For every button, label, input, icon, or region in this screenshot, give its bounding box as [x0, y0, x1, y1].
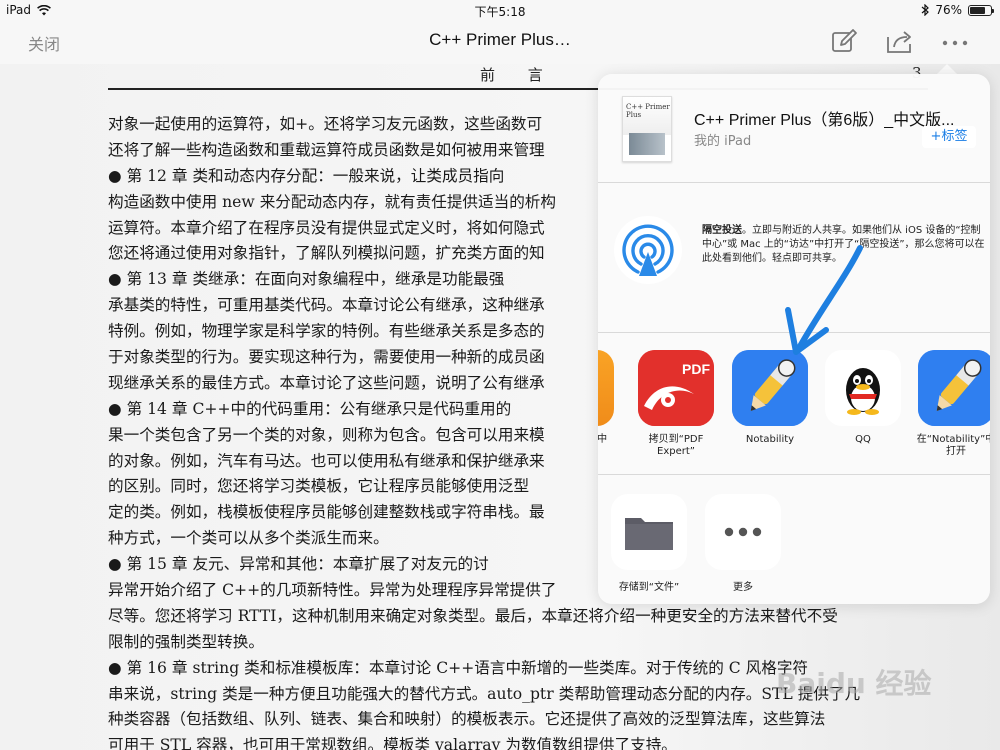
- action-label: 更多: [733, 582, 753, 593]
- document-line: 可用于 STL 容器，也可用于常规数组。模板类 valarray 为数值数组提供…: [108, 736, 677, 750]
- share-app-open-in-notability[interactable]: 在“Notability”中打开: [912, 350, 990, 458]
- battery-icon: [968, 4, 994, 16]
- share-icon[interactable]: [885, 28, 915, 56]
- share-app-notability[interactable]: Notability: [726, 350, 814, 446]
- app-label: “中: [598, 434, 608, 445]
- file-thumbnail: C++ Primer Plus: [622, 96, 672, 162]
- share-app-pdf-expert[interactable]: PDF 拷贝到“PDF Expert”: [632, 350, 720, 458]
- battery-percent: 76%: [935, 3, 962, 17]
- app-label: QQ: [855, 434, 871, 445]
- airdrop-icon[interactable]: [612, 214, 684, 286]
- document-line: 种类容器（包括数组、队列、链表、集合和映射）的模板表示。它还提供了高效的泛型算法…: [108, 710, 826, 729]
- airdrop-title: 隔空投送: [702, 225, 742, 236]
- app-label: Notability: [745, 434, 795, 445]
- battery-level: [970, 6, 986, 14]
- pdf-expert-icon: PDF: [638, 350, 714, 426]
- status-bar: iPad 下午5:18 76%: [0, 0, 1000, 20]
- separator: [598, 182, 990, 183]
- status-right: 76%: [921, 3, 994, 17]
- share-app-qq[interactable]: QQ: [819, 350, 907, 446]
- bluetooth-icon: [921, 4, 930, 16]
- document-line: 尽等。您还将学习 RTTI，这种机制用来确定对象类型。最后，本章还将介绍一种更安…: [108, 606, 838, 625]
- app-label: 在“Notability”中打开: [916, 434, 990, 457]
- cover-title: C++ Primer Plus: [626, 103, 670, 119]
- notability-icon: [732, 350, 808, 426]
- status-time: 下午5:18: [474, 5, 526, 19]
- app-label: 拷贝到“PDF Expert”: [648, 434, 704, 457]
- share-app-partial[interactable]: “中: [598, 350, 620, 446]
- more-actions-button[interactable]: 更多: [698, 494, 788, 593]
- folder-icon: [611, 494, 687, 570]
- more-icon: [705, 494, 781, 570]
- edit-icon[interactable]: [829, 28, 859, 56]
- more-icon[interactable]: [940, 28, 970, 56]
- add-tag-button[interactable]: +标签: [922, 126, 976, 148]
- watermark: Baidu 经验: [776, 667, 932, 700]
- popover-arrow: [937, 64, 957, 74]
- pdf-badge: PDF: [682, 361, 710, 377]
- qq-penguin-icon: [825, 350, 901, 426]
- annotation-arrow-icon: [785, 245, 863, 355]
- file-location: 我的 iPad: [694, 134, 752, 149]
- save-to-files-button[interactable]: 存储到“文件”: [604, 494, 694, 593]
- action-label: 存储到“文件”: [618, 582, 680, 593]
- app-partial-orange-icon: [598, 350, 614, 426]
- share-actions-row: 存储到“文件” 更多: [598, 494, 990, 594]
- page-header: 前 言: [480, 66, 557, 84]
- notability-icon: [918, 350, 990, 426]
- share-apps-row: “中 PDF 拷贝到“PDF Expert”: [598, 350, 990, 462]
- nav-bar: 关闭 C++ Primer Plus…: [0, 20, 1000, 64]
- separator: [598, 474, 990, 475]
- document-line: 限制的强制类型转换。: [108, 632, 264, 651]
